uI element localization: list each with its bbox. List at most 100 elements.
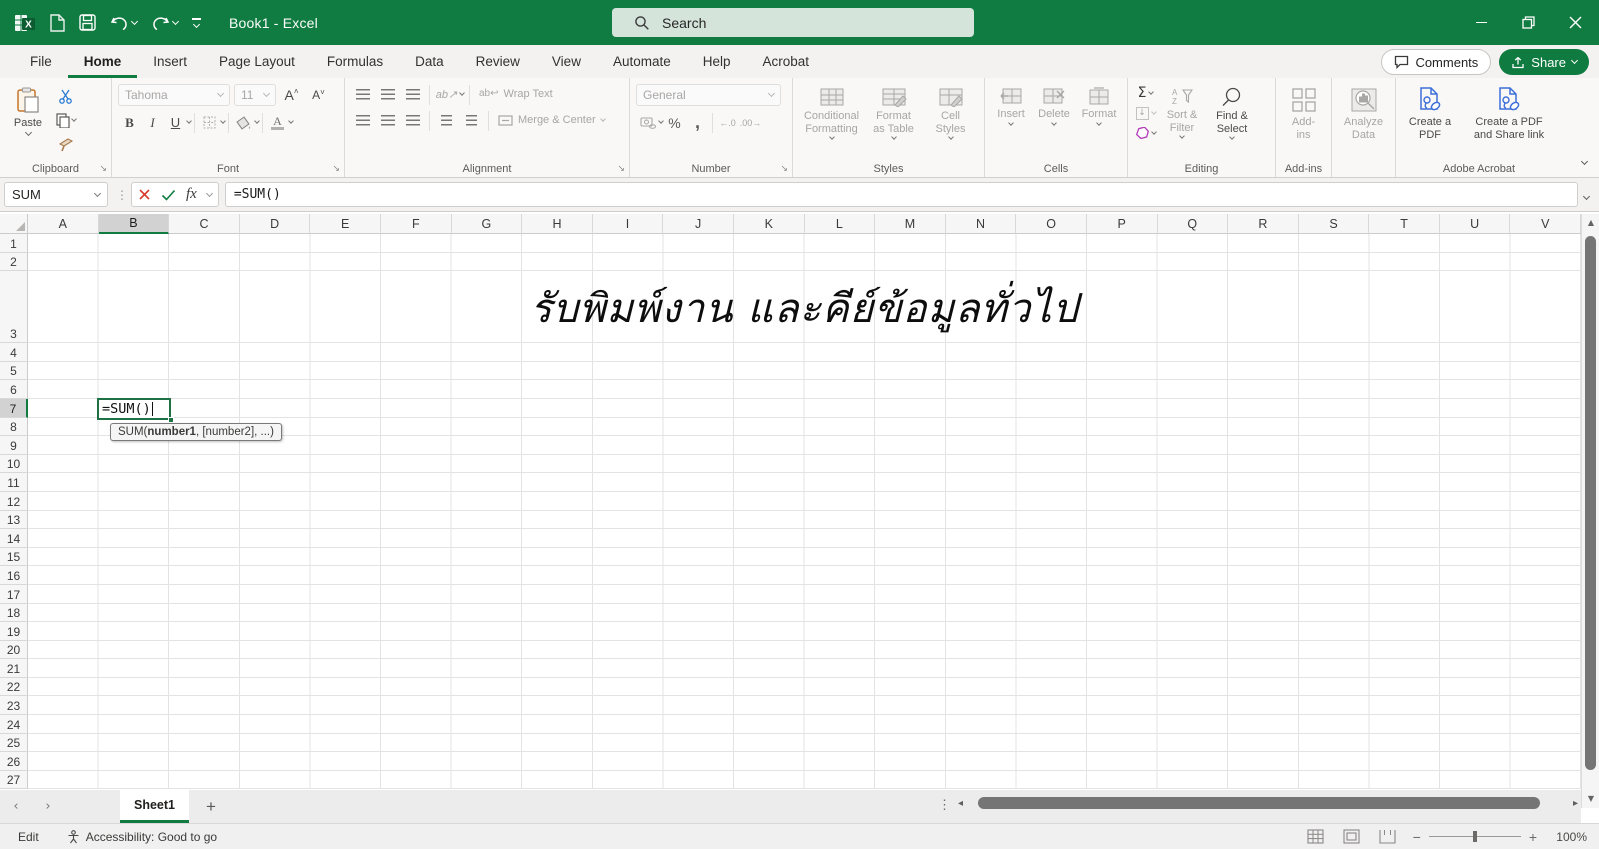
horizontal-scrollbar[interactable]: ◂ ▸ — [958, 796, 1578, 810]
column-header-h[interactable]: H — [522, 214, 593, 234]
comma-style-button[interactable]: , — [686, 112, 709, 133]
tab-automate[interactable]: Automate — [597, 45, 687, 78]
share-button[interactable]: Share — [1499, 49, 1589, 75]
row-header-24[interactable]: 24 — [0, 715, 28, 734]
alignment-dialog-launcher[interactable]: ↘ — [617, 164, 625, 174]
decrease-font-icon[interactable]: A ˅ — [307, 85, 330, 106]
italic-button[interactable]: I — [141, 112, 164, 133]
create-pdf-button[interactable]: Create a PDF — [1403, 84, 1457, 144]
column-header-u[interactable]: U — [1439, 214, 1511, 234]
conditional-formatting-button[interactable]: Conditional Formatting — [801, 84, 863, 142]
underline-button[interactable]: U — [164, 112, 187, 133]
align-right-icon[interactable] — [401, 110, 424, 131]
select-all-corner[interactable] — [0, 214, 28, 234]
new-sheet-button[interactable]: + — [189, 790, 233, 823]
column-header-m[interactable]: M — [875, 214, 946, 234]
zoom-knob[interactable] — [1472, 831, 1477, 842]
minimize-button[interactable] — [1458, 0, 1505, 45]
row-header-10[interactable]: 10 — [0, 454, 28, 474]
align-left-icon[interactable] — [351, 110, 374, 131]
row-header-17[interactable]: 17 — [0, 584, 28, 604]
delete-cells-button[interactable]: Delete — [1033, 84, 1075, 128]
format-as-table-button[interactable]: Format as Table — [865, 84, 923, 142]
format-painter-icon[interactable] — [54, 134, 77, 155]
grid-row-22[interactable] — [28, 677, 1581, 697]
expand-formula-bar-icon[interactable] — [1582, 186, 1591, 204]
row-header-20[interactable]: 20 — [0, 640, 28, 660]
grid-row-23[interactable] — [28, 696, 1581, 716]
search-box[interactable]: Search — [612, 8, 974, 37]
underline-dropdown-icon[interactable] — [186, 118, 192, 124]
tab-home[interactable]: Home — [67, 45, 138, 78]
scroll-down-icon[interactable]: ▼ — [1582, 790, 1599, 806]
cell-styles-button[interactable]: Cell Styles — [925, 84, 977, 142]
row-header-11[interactable]: 11 — [0, 473, 28, 492]
row-header-8[interactable]: 8 — [0, 417, 28, 437]
tab-page-layout[interactable]: Page Layout — [203, 45, 311, 78]
grid-row-4[interactable] — [28, 343, 1581, 362]
grid-row-13[interactable] — [28, 510, 1581, 530]
tab-view[interactable]: View — [536, 45, 597, 78]
column-header-a[interactable]: A — [28, 214, 99, 234]
column-header-v[interactable]: V — [1510, 214, 1582, 234]
active-cell-editor[interactable]: =SUM() — [97, 398, 171, 420]
grid-row-1[interactable] — [28, 234, 1581, 253]
tab-help[interactable]: Help — [687, 45, 747, 78]
row-header-16[interactable]: 16 — [0, 566, 28, 585]
grid-row-10[interactable] — [28, 454, 1581, 474]
row-header-18[interactable]: 18 — [0, 603, 28, 623]
accessibility-checker[interactable]: Accessibility: Good to go — [67, 830, 217, 844]
align-middle-icon[interactable] — [376, 84, 399, 105]
merge-center-button[interactable]: Merge & Center — [494, 113, 609, 128]
customize-toolbar-icon[interactable] — [192, 18, 201, 28]
column-header-s[interactable]: S — [1298, 214, 1370, 234]
save-icon[interactable] — [79, 14, 96, 31]
insert-cells-button[interactable]: Insert — [991, 84, 1031, 128]
cell-mode-indicator[interactable]: Edit — [18, 830, 39, 844]
sort-filter-button[interactable]: AZ Sort & Filter — [1159, 84, 1205, 142]
create-pdf-share-button[interactable]: Create a PDF and Share link — [1463, 84, 1555, 144]
percent-style-button[interactable]: % — [663, 112, 686, 133]
tab-data[interactable]: Data — [399, 45, 460, 78]
insert-function-dropdown-icon[interactable] — [205, 189, 213, 197]
excel-logo-icon[interactable]: X — [14, 12, 36, 34]
font-size-select[interactable]: 11 — [234, 84, 276, 106]
orientation-dropdown-icon[interactable] — [459, 90, 465, 96]
zoom-level[interactable]: 100% — [1551, 830, 1587, 844]
grid-row-6[interactable] — [28, 380, 1581, 399]
page-break-view-icon[interactable] — [1377, 827, 1399, 847]
column-header-p[interactable]: P — [1086, 214, 1158, 234]
vertical-scroll-thumb[interactable] — [1585, 236, 1596, 770]
column-header-d[interactable]: D — [239, 214, 311, 234]
undo-dropdown-icon[interactable] — [130, 17, 139, 25]
row-header-14[interactable]: 14 — [0, 529, 28, 548]
grid-row-19[interactable] — [28, 622, 1581, 641]
redo-button[interactable] — [151, 15, 180, 31]
tab-scrollbar-splitter[interactable]: ⋮ — [938, 797, 951, 813]
row-header-7[interactable]: 7 — [0, 398, 28, 418]
scroll-up-icon[interactable]: ▲ — [1582, 214, 1599, 230]
grid-row-24[interactable] — [28, 715, 1581, 734]
row-header-5[interactable]: 5 — [0, 361, 28, 381]
new-file-icon[interactable] — [50, 13, 65, 32]
sheet-nav-next-icon[interactable]: › — [32, 790, 64, 823]
row-header-6[interactable]: 6 — [0, 380, 28, 399]
grid-row-15[interactable] — [28, 547, 1581, 567]
grid-row-12[interactable] — [28, 491, 1581, 511]
row-header-13[interactable]: 13 — [0, 510, 28, 530]
row-header-19[interactable]: 19 — [0, 622, 28, 641]
row-header-3[interactable]: 3 — [0, 271, 28, 344]
clear-button[interactable] — [1134, 124, 1157, 142]
column-header-r[interactable]: R — [1228, 214, 1299, 234]
fill-color-icon[interactable] — [232, 112, 255, 133]
tab-file[interactable]: File — [14, 45, 68, 78]
clipboard-dialog-launcher[interactable]: ↘ — [99, 164, 107, 174]
insert-function-icon[interactable]: fx — [186, 186, 197, 203]
normal-view-icon[interactable] — [1305, 827, 1327, 847]
grid-row-25[interactable] — [28, 733, 1581, 753]
row-header-26[interactable]: 26 — [0, 752, 28, 771]
orientation-icon[interactable]: ab↗ — [435, 84, 458, 105]
grid-row-26[interactable] — [28, 752, 1581, 771]
row-header-9[interactable]: 9 — [0, 436, 28, 455]
analyze-data-button[interactable]: Analyze Data — [1338, 84, 1389, 144]
